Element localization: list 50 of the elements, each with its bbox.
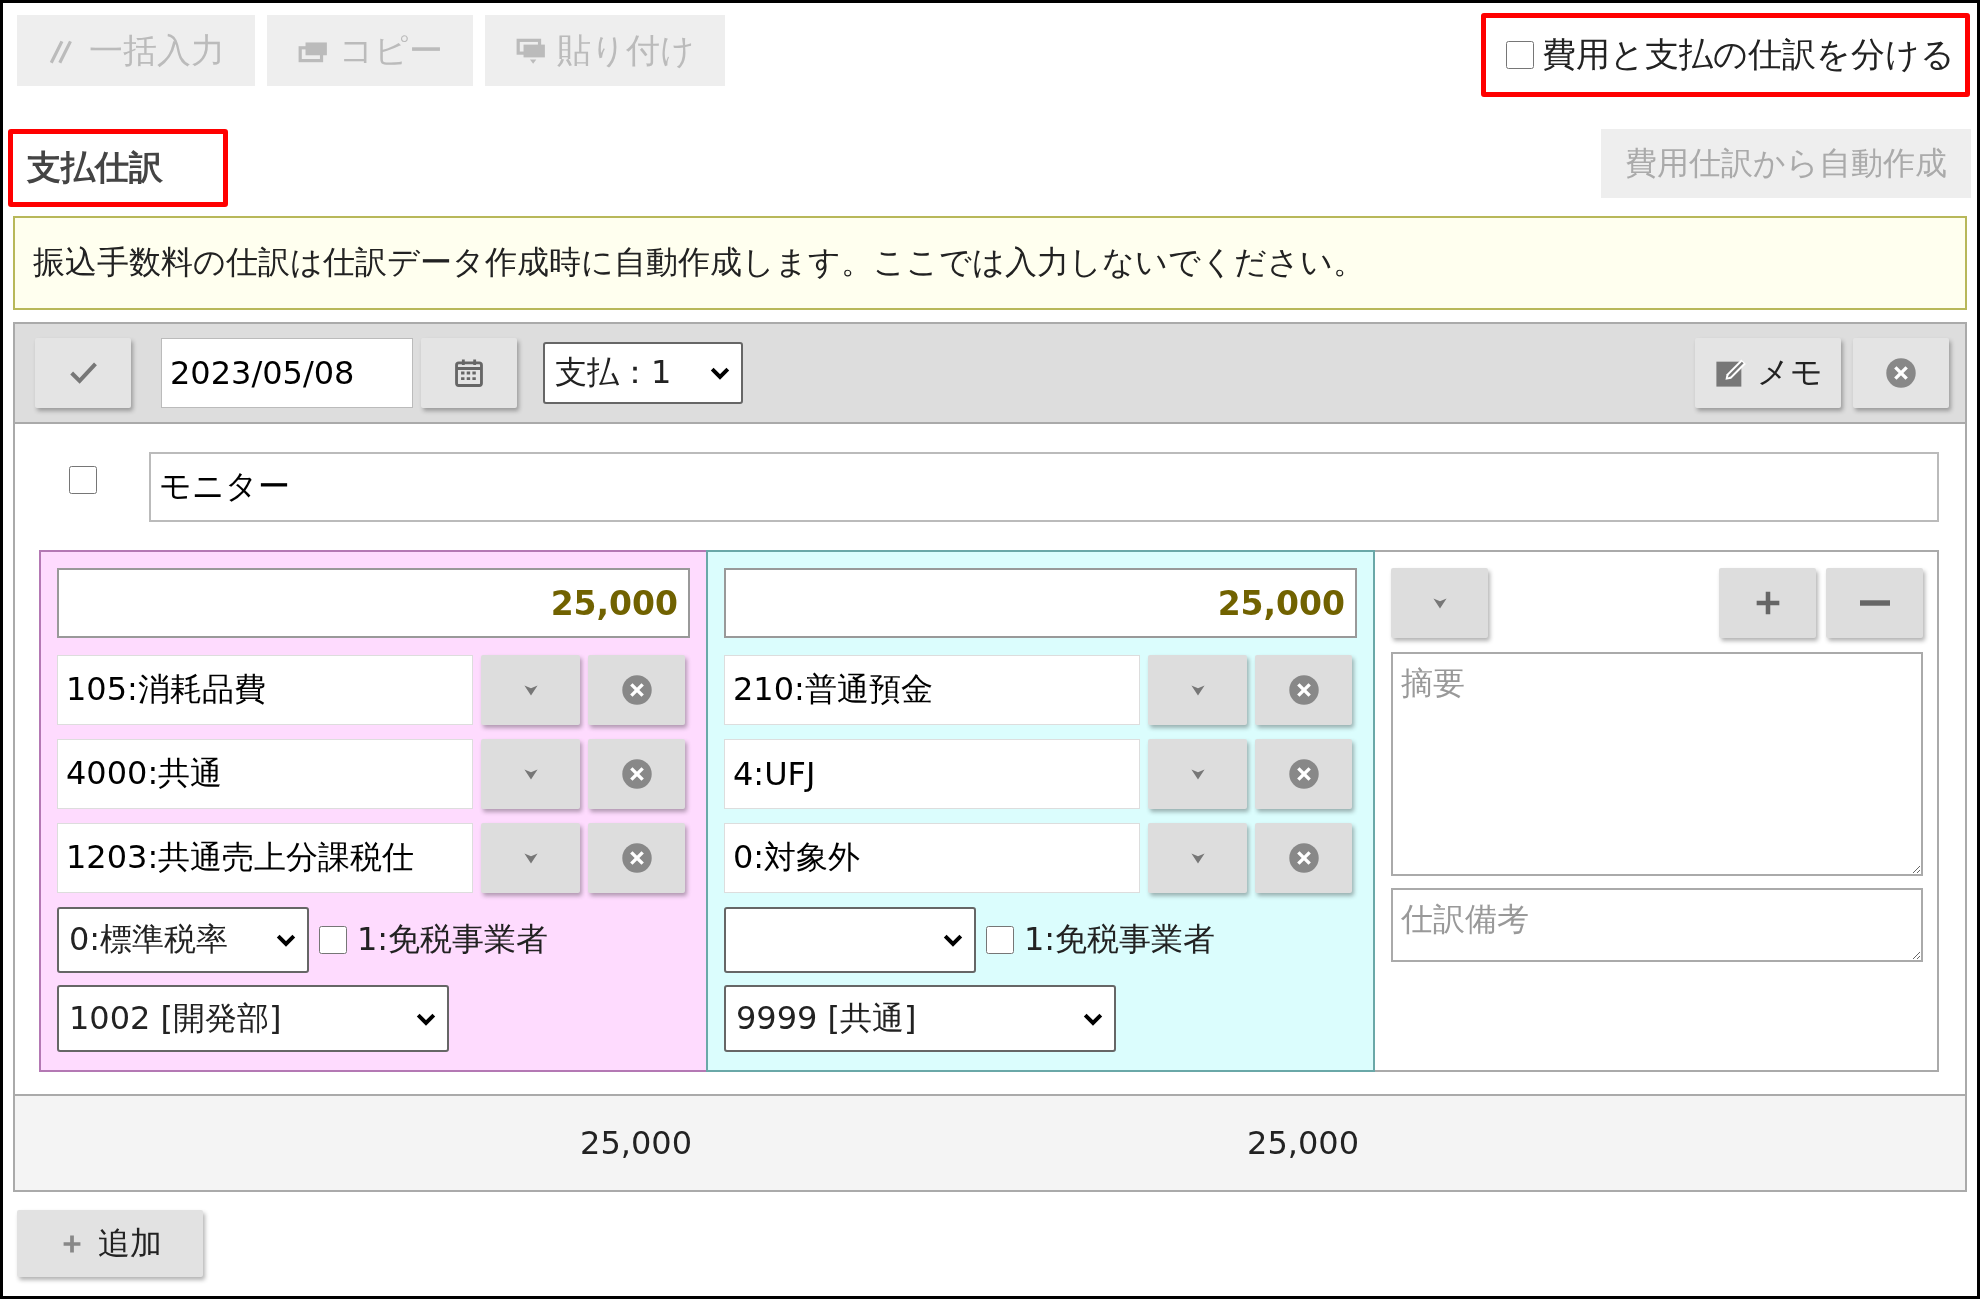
account-field[interactable]: 1203:共通売上分課税仕 (57, 823, 473, 893)
notice-message: 振込手数料の仕訳は仕訳データ作成時に自動作成します。ここでは入力しないでください。 (13, 216, 1967, 310)
clear-button[interactable] (1255, 739, 1352, 809)
calendar-icon (452, 356, 486, 390)
account-field[interactable]: 105:消耗品費 (57, 655, 473, 725)
amount-field[interactable]: 25,000 (57, 568, 690, 638)
section-title: 支払仕訳 (27, 146, 163, 189)
tax-rate-select[interactable] (724, 907, 976, 973)
total-amount: 25,000 (1247, 1124, 1359, 1162)
memo-button[interactable]: メモ (1695, 338, 1841, 408)
clear-button[interactable] (1255, 655, 1352, 725)
close-icon (619, 757, 654, 791)
minus-icon (1859, 600, 1890, 606)
split-checkbox-label: 費用と支払の仕訳を分ける (1542, 33, 1955, 76)
split-checkbox[interactable] (1506, 41, 1534, 69)
account-field[interactable]: 0:対象外 (724, 823, 1140, 893)
remove-line-button[interactable] (1826, 568, 1923, 638)
exempt-label: 1:免税事業者 (357, 919, 549, 960)
total-amount: 25,000 (580, 1124, 692, 1162)
delete-entry-button[interactable] (1853, 338, 1949, 408)
exempt-label: 1:免税事業者 (1024, 919, 1216, 960)
amount-field[interactable]: 25,000 (724, 568, 1357, 638)
date-field[interactable]: 2023/05/08 (161, 338, 413, 408)
close-icon (619, 841, 654, 875)
department-select[interactable]: 1002 [開発部] (57, 985, 449, 1052)
close-icon (1286, 841, 1321, 875)
add-button[interactable]: 追加 (17, 1210, 203, 1277)
confirm-button[interactable] (35, 338, 131, 408)
calendar-button[interactable] (421, 338, 517, 408)
account-field[interactable]: 4:UFJ (724, 739, 1140, 809)
description-field[interactable]: モニター (149, 452, 1939, 522)
clear-button[interactable] (588, 739, 685, 809)
close-icon (1286, 673, 1321, 707)
clear-button[interactable] (588, 655, 685, 725)
tax-rate-select[interactable]: 0:標準税率 (57, 907, 309, 973)
summary-field[interactable]: 摘要 (1391, 652, 1923, 876)
clear-button[interactable] (588, 823, 685, 893)
clear-button[interactable] (1255, 823, 1352, 893)
close-icon (619, 673, 654, 707)
type-select[interactable]: 支払：1 (543, 342, 743, 404)
close-icon (1286, 757, 1321, 791)
exempt-checkbox[interactable] (986, 926, 1014, 954)
account-field[interactable]: 210:普通預金 (724, 655, 1140, 725)
add-line-button[interactable] (1719, 568, 1816, 638)
entry-checkbox[interactable] (69, 466, 97, 494)
department-select[interactable]: 9999 [共通] (724, 985, 1116, 1052)
account-field[interactable]: 4000:共通 (57, 739, 473, 809)
note-field[interactable]: 仕訳備考 (1391, 888, 1923, 962)
exempt-checkbox[interactable] (319, 926, 347, 954)
close-icon (1884, 356, 1918, 390)
